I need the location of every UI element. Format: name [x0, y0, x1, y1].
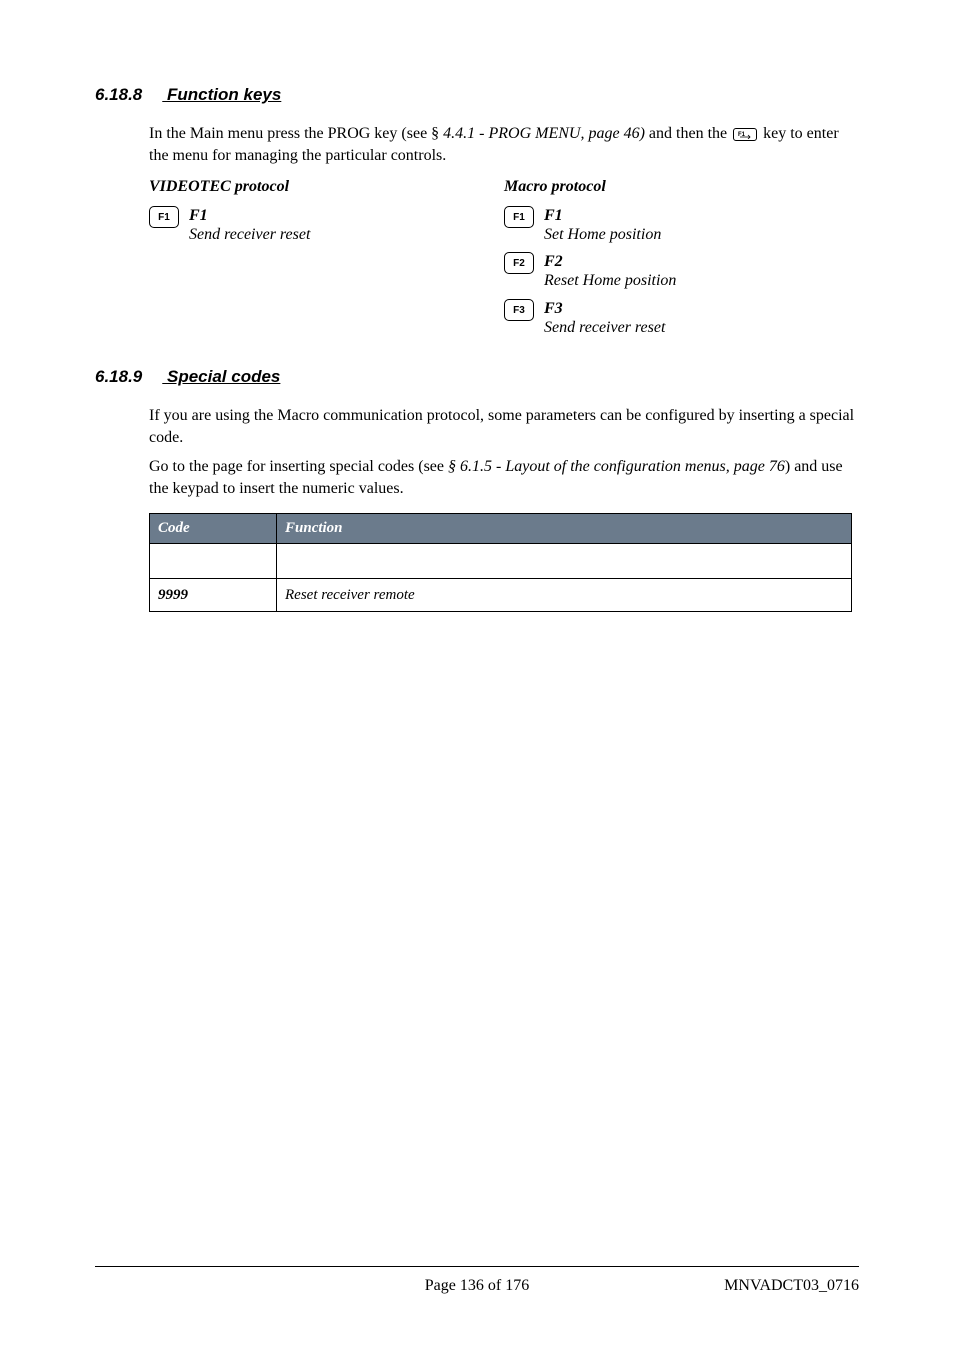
f1-key-box: F1: [504, 206, 534, 228]
f1-text: F1 Set Home position: [544, 206, 661, 244]
f3-key-box: F3: [504, 299, 534, 321]
macro-protocol-column: Macro protocol F1 F1 Set Home position F…: [504, 176, 859, 345]
f2-label: F2: [544, 253, 563, 270]
function-cell: Reset receiver remote: [277, 578, 852, 611]
f1-key-box: F1: [149, 206, 179, 228]
table-header-row: Code Function: [150, 514, 852, 543]
table-header-function: Function: [277, 514, 852, 543]
code-cell: 9999: [150, 578, 277, 611]
f2-key-box: F2: [504, 252, 534, 274]
para2-ref: § 6.1.5 - Layout of the configuration me…: [448, 458, 785, 475]
special-codes-para2: Go to the page for inserting special cod…: [149, 456, 859, 499]
special-codes-para1: If you are using the Macro communication…: [149, 405, 859, 448]
special-codes-table: Code Function 9999 Reset receiver remote: [149, 513, 852, 612]
f1-key-icon: F1: [733, 128, 757, 141]
section-number: 6.18.9: [95, 367, 142, 387]
videotec-protocol-title: VIDEOTEC protocol: [149, 176, 504, 198]
section-heading-function-keys: 6.18.8 Function keys: [95, 85, 859, 105]
para2-pre: Go to the page for inserting special cod…: [149, 458, 448, 475]
section-number: 6.18.8: [95, 85, 142, 105]
intro-paragraph: In the Main menu press the PROG key (see…: [149, 123, 859, 166]
f1-text: F1 Send receiver reset: [189, 206, 310, 244]
section-heading-special-codes: 6.18.9 Special codes: [95, 367, 859, 387]
videotec-f1-row: F1 F1 Send receiver reset: [149, 206, 504, 244]
macro-protocol-title: Macro protocol: [504, 176, 859, 198]
footer-page-number: Page 136 of 176: [95, 1277, 859, 1295]
empty-cell: [277, 543, 852, 578]
intro-text-2: and then the: [645, 125, 731, 142]
f3-text: F3 Send receiver reset: [544, 299, 665, 337]
section-title: Function keys: [167, 85, 281, 104]
f2-desc: Reset Home position: [544, 272, 676, 289]
table-header-code: Code: [150, 514, 277, 543]
f1-desc: Set Home position: [544, 226, 661, 243]
page-footer: Page 136 of 176 MNVADCT03_0716: [95, 1266, 859, 1295]
table-empty-row: [150, 543, 852, 578]
macro-f2-row: F2 F2 Reset Home position: [504, 252, 859, 290]
f1-desc: Send receiver reset: [189, 226, 310, 243]
protocols-container: VIDEOTEC protocol F1 F1 Send receiver re…: [149, 176, 859, 345]
table-row: 9999 Reset receiver remote: [150, 578, 852, 611]
empty-cell: [150, 543, 277, 578]
section-title: Special codes: [167, 367, 280, 386]
f1-label: F1: [189, 207, 208, 224]
intro-ref: 4.4.1 - PROG MENU, page 46): [443, 125, 645, 142]
macro-f3-row: F3 F3 Send receiver reset: [504, 299, 859, 337]
f3-desc: Send receiver reset: [544, 319, 665, 336]
intro-text-1: In the Main menu press the PROG key (see…: [149, 125, 443, 142]
videotec-protocol-column: VIDEOTEC protocol F1 F1 Send receiver re…: [149, 176, 504, 345]
macro-f1-row: F1 F1 Set Home position: [504, 206, 859, 244]
f3-label: F3: [544, 300, 563, 317]
f2-text: F2 Reset Home position: [544, 252, 676, 290]
f1-label: F1: [544, 207, 563, 224]
